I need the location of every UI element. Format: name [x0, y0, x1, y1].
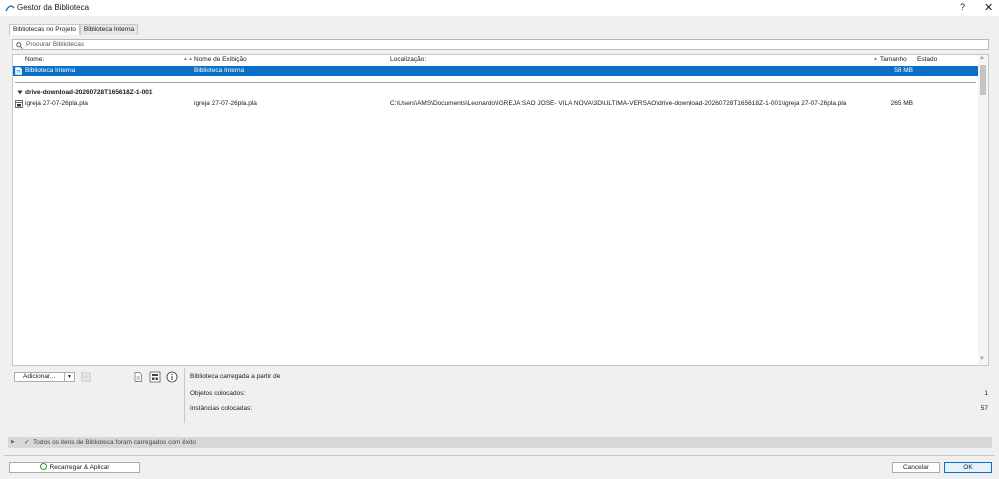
group-label: drive-download-20260728T165618Z-1-001	[25, 89, 153, 96]
objects-placed-label: Objetos colocados:	[190, 390, 246, 397]
check-icon: ✓	[24, 439, 30, 446]
sort-arrows-icon[interactable]: ▲▲	[183, 56, 193, 62]
add-dropdown-button[interactable]: ▼	[65, 372, 75, 382]
column-header: Nome: ▲▲ Nome de Exibição Localização: ▲…	[13, 55, 978, 65]
column-location[interactable]: Localização:	[390, 56, 426, 63]
footer-divider	[4, 455, 995, 456]
window-title: Gestor da Biblioteca	[17, 3, 90, 12]
library-toolbar: Adicionar... ▼	[12, 368, 184, 422]
library-tree-icon[interactable]	[149, 371, 161, 383]
info-icon[interactable]	[166, 371, 178, 383]
tab-project-libraries[interactable]: Bibliotecas no Projeto	[9, 24, 80, 35]
sort-up-icon[interactable]: ▲	[873, 56, 878, 62]
status-message: Todos os itens de Biblioteca foram carre…	[33, 439, 196, 446]
row-display-name: igreja 27-07-26pla.pla	[194, 100, 257, 107]
close-icon[interactable]: ✕	[984, 1, 993, 14]
search-icon	[16, 41, 23, 49]
ok-button[interactable]: OK	[944, 462, 992, 473]
loaded-from-label: Biblioteca carregada a partir de	[190, 373, 281, 380]
library-file-icon[interactable]	[132, 371, 144, 383]
add-button[interactable]: Adicionar...	[14, 372, 65, 382]
scroll-thumb[interactable]	[980, 65, 986, 95]
column-size[interactable]: Tamanho	[880, 56, 907, 63]
library-file-icon	[15, 67, 22, 75]
expand-icon[interactable]: ▶	[11, 439, 15, 445]
row-location: C:\Users\AMS\Documents\Leonardo\IGREJA S…	[390, 100, 847, 107]
row-size: 265 MB	[890, 100, 913, 107]
row-name: Biblioteca Interna	[25, 67, 76, 74]
instances-placed-label: Instâncias colocadas:	[190, 405, 253, 412]
tab-embedded-library[interactable]: Biblioteca Interna	[79, 24, 139, 35]
table-row[interactable]: igreja 27-07-26pla.pla igreja 27-07-26pl…	[13, 99, 978, 109]
table-row[interactable]: Biblioteca Interna Biblioteca Interna 58…	[13, 66, 978, 76]
column-status[interactable]: Estado	[917, 56, 937, 63]
help-icon[interactable]: ?	[960, 2, 965, 12]
status-bar[interactable]: ▶ ✓ Todos os itens de Biblioteca foram c…	[8, 437, 992, 448]
scroll-down-icon[interactable]: ▼	[979, 356, 985, 362]
group-collapse-icon[interactable]	[17, 90, 23, 95]
group-divider	[15, 82, 976, 83]
instances-placed-value: 57	[980, 405, 988, 412]
title-bar: Gestor da Biblioteca ? ✕	[0, 0, 999, 16]
linked-library-icon	[15, 100, 23, 108]
row-size: 58 MB	[894, 67, 913, 74]
row-name: igreja 27-07-26pla.pla	[25, 100, 88, 107]
remove-library-icon[interactable]	[80, 371, 92, 383]
reload-apply-button[interactable]: Recarregar & Aplicar	[9, 462, 140, 473]
scroll-up-icon[interactable]: ▲	[979, 55, 985, 61]
library-list: Nome: ▲▲ Nome de Exibição Localização: ▲…	[12, 54, 989, 366]
cancel-button[interactable]: Cancelar	[892, 462, 940, 473]
search-input[interactable]	[26, 40, 966, 49]
panel-divider	[184, 368, 185, 423]
search-box[interactable]	[12, 39, 989, 50]
objects-placed-value: 1	[984, 390, 988, 397]
column-name[interactable]: Nome:	[25, 56, 44, 63]
archicad-logo-icon	[5, 5, 15, 12]
tab-bar: Bibliotecas no Projeto Biblioteca Intern…	[9, 24, 139, 35]
reload-label: Recarregar & Aplicar	[49, 464, 110, 471]
vertical-scrollbar[interactable]: ▲ ▼	[978, 55, 988, 365]
row-display-name: Biblioteca Interna	[194, 67, 245, 74]
column-display-name[interactable]: Nome de Exibição	[194, 56, 247, 63]
reload-icon	[39, 463, 47, 470]
